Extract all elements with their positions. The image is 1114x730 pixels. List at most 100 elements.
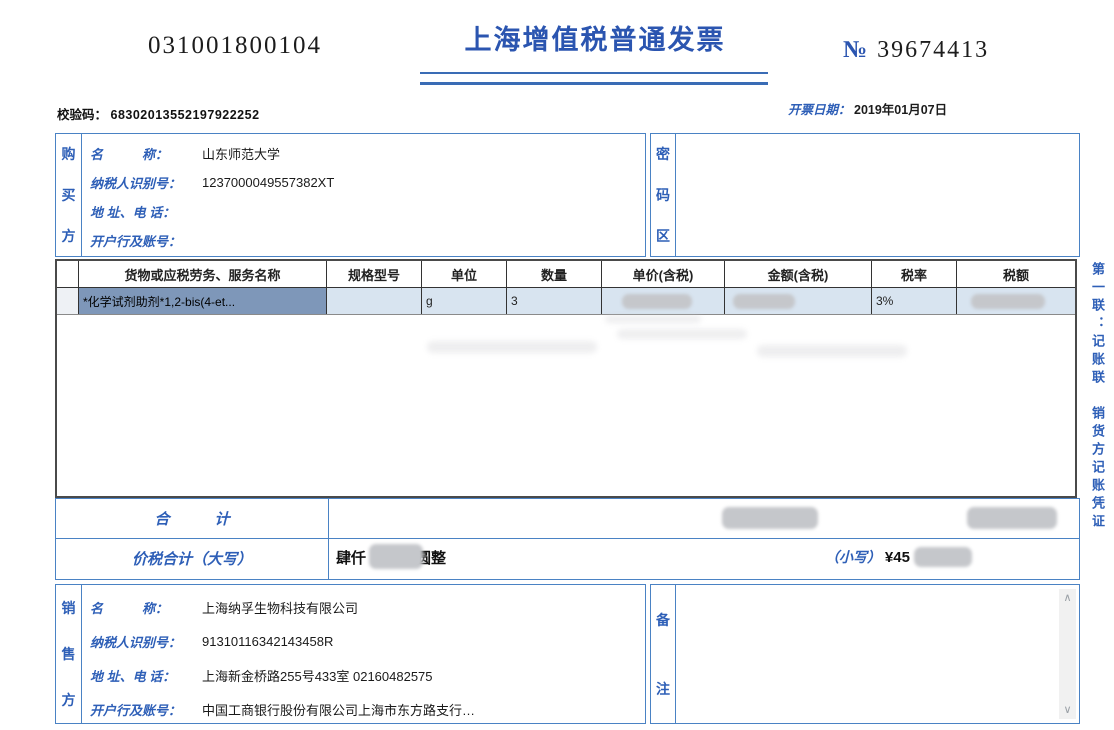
password-zone-label: 密 码 区: [650, 133, 676, 257]
remark-box[interactable]: ∧ ∨: [675, 584, 1080, 724]
row-selector-cell[interactable]: [57, 288, 79, 314]
item-amount-cell[interactable]: [725, 288, 872, 314]
item-name-cell[interactable]: *化学试剂助剂*1,2-bis(4-et...: [79, 288, 327, 314]
grand-total-label: 价税合计（大写）: [56, 538, 329, 579]
col-qty: 数量: [507, 261, 602, 287]
invoice-page: 031001800104 上海增值税普通发票 №39674413 校验码： 68…: [0, 0, 1114, 730]
scroll-up-icon[interactable]: ∧: [1059, 591, 1076, 605]
seller-name-label: 名 称：: [90, 598, 202, 617]
grand-total-prefix: 肆仟: [336, 550, 366, 567]
buyer-party-label: 购 买 方: [56, 134, 82, 256]
seller-address-label: 地 址、电 话：: [90, 666, 202, 685]
check-code-value: 68302013552197922252: [111, 108, 260, 122]
items-table: 货物或应税劳务、服务名称 规格型号 单位 数量 单价(含税) 金额(含税) 税率…: [55, 259, 1077, 498]
grand-total-values: 肆仟圆整 （小写） ¥45: [329, 538, 1079, 579]
password-char: 区: [656, 226, 670, 246]
items-header-row: 货物或应税劳务、服务名称 规格型号 单位 数量 单价(含税) 金额(含税) 税率…: [57, 261, 1075, 288]
buyer-taxid-value: 1237000049557382XT: [202, 175, 334, 190]
invoice-title: 上海增值税普通发票: [420, 18, 770, 57]
buyer-char: 购: [62, 144, 76, 164]
invoice-number: №39674413: [843, 36, 989, 64]
erased-text-smudge: [617, 329, 747, 339]
buyer-name-value: 山东师范大学: [202, 144, 280, 163]
item-row[interactable]: *化学试剂助剂*1,2-bis(4-et... g 3 3%: [57, 288, 1075, 315]
seller-bank-value: 中国工商银行股份有限公司上海市东方路支行…: [202, 700, 475, 719]
totals-values: [329, 499, 1079, 538]
remark-char: 备: [656, 610, 670, 630]
buyer-char: 买: [62, 185, 76, 205]
numero-symbol: №: [843, 37, 867, 63]
password-char: 密: [656, 144, 670, 164]
buyer-taxid-row: 纳税人识别号： 1237000049557382XT: [90, 168, 645, 197]
grand-total-numeric: （小写） ¥45: [825, 547, 972, 567]
check-code-label: 校验码：: [57, 108, 107, 122]
col-tax-amount: 税额: [957, 261, 1075, 287]
invoice-code: 031001800104: [148, 32, 322, 60]
seller-address-row: 地 址、电 话： 上海新金桥路255号433室 02160482575: [90, 658, 645, 692]
issue-date-line: 开票日期： 2019年01月07日: [788, 99, 947, 118]
redacted-numeric-amount: [914, 547, 972, 567]
seller-name-value: 上海纳孚生物科技有限公司: [202, 598, 358, 617]
buyer-char: 方: [62, 226, 76, 246]
grand-total-row: 价税合计（大写） 肆仟圆整 （小写） ¥45: [55, 538, 1080, 580]
totals-label: 合 计: [56, 499, 329, 538]
remark-scrollbar[interactable]: ∧ ∨: [1059, 589, 1076, 719]
totals-row: 合 计: [55, 498, 1080, 539]
col-name: 货物或应税劳务、服务名称: [79, 261, 327, 287]
password-zone-box: [675, 133, 1080, 257]
seller-name-row: 名 称： 上海纳孚生物科技有限公司: [90, 590, 645, 624]
remark-char: 注: [656, 679, 670, 699]
title-double-underline: [420, 72, 768, 85]
buyer-name-row: 名 称： 山东师范大学: [90, 139, 645, 168]
seller-box: 销 售 方 名 称： 上海纳孚生物科技有限公司 纳税人识别号： 91310116…: [55, 584, 646, 724]
col-tax-rate: 税率: [872, 261, 957, 287]
buyer-box: 购 买 方 名 称： 山东师范大学 纳税人识别号： 12370000495573…: [55, 133, 646, 257]
remark-zone-label: 备 注: [650, 584, 676, 724]
item-tax-rate-cell[interactable]: 3%: [872, 288, 957, 314]
col-unit-price: 单价(含税): [602, 261, 725, 287]
col-amount: 金额(含税): [725, 261, 872, 287]
item-qty-cell[interactable]: 3: [507, 288, 602, 314]
erased-text-smudge: [605, 315, 701, 323]
buyer-bank-row: 开户行及账号：: [90, 226, 645, 255]
item-unit-cell[interactable]: g: [422, 288, 507, 314]
seller-char: 售: [62, 644, 76, 664]
redacted-unit-price: [622, 294, 692, 309]
erased-text-smudge: [757, 345, 907, 357]
seller-char: 销: [62, 598, 76, 618]
seller-taxid-row: 纳税人识别号： 91310116342143458R: [90, 624, 645, 658]
password-char: 码: [656, 185, 670, 205]
items-empty-area: [57, 315, 1075, 496]
seller-address-value: 上海新金桥路255号433室 02160482575: [202, 666, 433, 685]
buyer-address-label: 地 址、电 话：: [90, 202, 202, 221]
redacted-tax-total: [967, 507, 1057, 529]
check-code-line: 校验码： 68302013552197922252: [57, 104, 260, 123]
col-spec: 规格型号: [327, 261, 422, 287]
redacted-amount: [733, 294, 795, 309]
erased-text-smudge: [427, 341, 597, 353]
redacted-chinese-amount: [369, 544, 423, 569]
seller-bank-label: 开户行及账号：: [90, 700, 202, 719]
small-value-prefix: ¥45: [885, 549, 910, 566]
seller-taxid-value: 91310116342143458R: [202, 634, 333, 649]
seller-party-label: 销 售 方: [56, 585, 82, 723]
item-tax-amount-cell[interactable]: [957, 288, 1075, 314]
seller-char: 方: [62, 690, 76, 710]
issue-date-value: 2019年01月07日: [854, 103, 947, 117]
buyer-bank-label: 开户行及账号：: [90, 231, 202, 250]
selector-header-cell: [57, 261, 79, 287]
buyer-name-label: 名 称：: [90, 144, 202, 163]
copy-designation-note: 第一联：记账联 销货方记账凭证: [1088, 262, 1107, 584]
seller-taxid-label: 纳税人识别号：: [90, 632, 202, 651]
scroll-down-icon[interactable]: ∨: [1059, 703, 1076, 717]
redacted-tax: [971, 294, 1045, 309]
buyer-taxid-label: 纳税人识别号：: [90, 173, 202, 192]
seller-fields: 名 称： 上海纳孚生物科技有限公司 纳税人识别号： 91310116342143…: [82, 585, 645, 723]
col-unit: 单位: [422, 261, 507, 287]
buyer-address-row: 地 址、电 话：: [90, 197, 645, 226]
buyer-fields: 名 称： 山东师范大学 纳税人识别号： 1237000049557382XT 地…: [82, 134, 645, 256]
redacted-amount-total: [722, 507, 818, 529]
item-spec-cell[interactable]: [327, 288, 422, 314]
item-unit-price-cell[interactable]: [602, 288, 725, 314]
seller-bank-row: 开户行及账号： 中国工商银行股份有限公司上海市东方路支行…: [90, 692, 645, 726]
